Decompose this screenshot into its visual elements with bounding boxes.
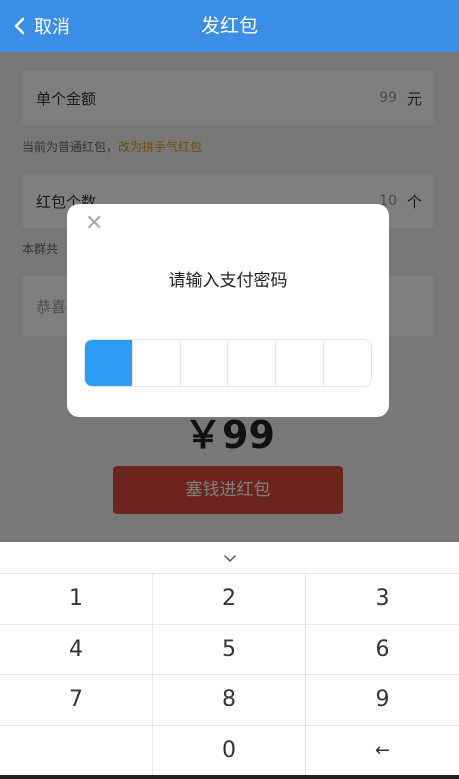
key-2[interactable]: 2 (153, 574, 306, 625)
pin-cell (228, 340, 277, 386)
password-modal: ✕ 请输入支付密码 (67, 204, 389, 417)
pin-cell (324, 340, 371, 386)
key-3[interactable]: 3 (306, 574, 459, 625)
page-title: 发红包 (200, 15, 258, 37)
key-blank (0, 725, 153, 776)
key-1[interactable]: 1 (0, 574, 153, 625)
pin-cell (276, 340, 325, 386)
pin-input[interactable] (84, 339, 372, 387)
key-0[interactable]: 0 (153, 725, 306, 776)
key-7[interactable]: 7 (0, 675, 153, 726)
close-icon[interactable]: ✕ (85, 210, 103, 238)
bottom-bar (0, 775, 459, 779)
modal-title: 请输入支付密码 (168, 271, 288, 291)
app-header: 取消 发红包 (0, 0, 459, 52)
key-9[interactable]: 9 (306, 675, 459, 726)
pin-cell (133, 340, 181, 386)
key-8[interactable]: 8 (153, 675, 306, 726)
key-5[interactable]: 5 (153, 624, 306, 675)
keyboard-collapse-button[interactable] (0, 542, 459, 574)
pin-cell (85, 340, 133, 386)
key-4[interactable]: 4 (0, 624, 153, 675)
backspace-key[interactable]: ← (306, 726, 459, 776)
pin-cell (181, 340, 229, 386)
key-6[interactable]: 6 (306, 625, 459, 675)
numeric-keyboard: 1 2 3 4 5 6 7 8 9 0 ← (0, 542, 459, 779)
chevron-down-icon (223, 554, 236, 562)
